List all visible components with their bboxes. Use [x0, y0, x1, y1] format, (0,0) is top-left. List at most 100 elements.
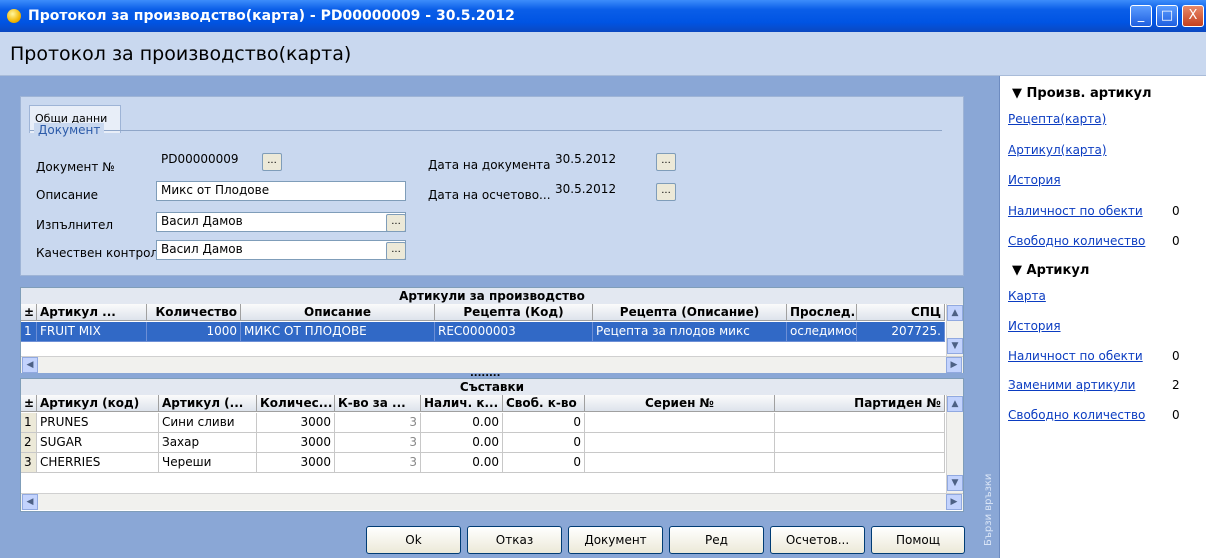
scroll-up-icon[interactable]: ▲ [947, 305, 963, 321]
cell-serial[interactable] [585, 433, 775, 453]
vertical-scrollbar[interactable]: ▲ ▼ [946, 395, 963, 493]
cell-quantity[interactable]: 3000 [257, 433, 335, 453]
cell-quantity[interactable]: 3000 [257, 453, 335, 473]
doc-no-field[interactable]: PD00000009 [156, 150, 256, 170]
quick-links-strip[interactable]: Бързи връзки [980, 76, 1000, 558]
row-indicator[interactable]: 1 [21, 322, 37, 342]
column-header[interactable]: ± [21, 304, 37, 321]
link-count: 2 [1172, 378, 1180, 392]
link-free-quantity[interactable]: Свободно количество [1008, 408, 1145, 422]
cancel-button[interactable]: Отказ [467, 526, 562, 554]
cell-recipe-code[interactable]: REC0000003 [435, 322, 593, 342]
cell-article[interactable]: FRUIT MIX [37, 322, 147, 342]
link-stock-by-location[interactable]: Наличност по обекти [1008, 204, 1143, 218]
section-produced-article[interactable]: ▼ Произв. артикул [1012, 86, 1152, 101]
cell-free-qty[interactable]: 0 [503, 413, 585, 433]
acc-date-button[interactable]: ... [656, 183, 676, 201]
column-header[interactable]: Артикул ... [37, 304, 147, 321]
cell-qty-per[interactable]: 3 [335, 433, 421, 453]
ok-button[interactable]: Ok [366, 526, 461, 554]
cell-article-code[interactable]: PRUNES [37, 413, 159, 433]
collapse-icon[interactable]: ▼ [1012, 263, 1027, 278]
doc-date-field[interactable]: 30.5.2012 [550, 150, 650, 170]
section-article[interactable]: ▼ Артикул [1012, 263, 1089, 278]
link-history[interactable]: История [1008, 173, 1061, 187]
cell-serial[interactable] [585, 413, 775, 433]
column-header[interactable]: Рецепта (Описание) [593, 304, 787, 321]
cell-available[interactable]: 0.00 [421, 433, 503, 453]
column-header[interactable]: Артикул (код) [37, 395, 159, 412]
vertical-scrollbar[interactable]: ▲ ▼ [946, 304, 963, 356]
help-button[interactable]: Помощ [871, 526, 965, 554]
maximize-button[interactable]: □ [1156, 5, 1178, 27]
cell-quantity[interactable]: 1000 [147, 322, 241, 342]
cell-spc[interactable]: 207725. [857, 322, 945, 342]
scroll-up-icon[interactable]: ▲ [947, 396, 963, 412]
cell-available[interactable]: 0.00 [421, 453, 503, 473]
link-free-quantity[interactable]: Свободно количество [1008, 234, 1145, 248]
row-button[interactable]: Ред [669, 526, 764, 554]
column-header[interactable]: Прослед... [787, 304, 857, 321]
link-article-card[interactable]: Артикул(карта) [1008, 143, 1107, 157]
accounting-button[interactable]: Осчетов... [770, 526, 865, 554]
cell-free-qty[interactable]: 0 [503, 433, 585, 453]
cell-serial[interactable] [585, 453, 775, 473]
minimize-button[interactable]: _ [1130, 5, 1152, 27]
scroll-left-icon[interactable]: ◀ [22, 494, 38, 510]
link-history[interactable]: История [1008, 319, 1061, 333]
cell-batch[interactable] [775, 433, 945, 453]
scroll-right-icon[interactable]: ▶ [946, 357, 962, 373]
cell-article-code[interactable]: SUGAR [37, 433, 159, 453]
cell-traceability[interactable]: оследимост [787, 322, 857, 342]
cell-batch[interactable] [775, 453, 945, 473]
column-header[interactable]: Налич. к... [421, 395, 503, 412]
cell-article-name[interactable]: Захар [159, 433, 257, 453]
acc-date-field[interactable]: 30.5.2012 [550, 180, 650, 200]
cell-free-qty[interactable]: 0 [503, 453, 585, 473]
cell-description[interactable]: МИКС ОТ ПЛОДОВЕ [241, 322, 435, 342]
scroll-right-icon[interactable]: ▶ [946, 494, 962, 510]
row-indicator[interactable]: 1 [21, 413, 37, 433]
collapse-icon[interactable]: ▼ [1012, 86, 1027, 101]
cell-qty-per[interactable]: 3 [335, 413, 421, 433]
scroll-left-icon[interactable]: ◀ [22, 357, 38, 373]
doc-date-button[interactable]: ... [656, 153, 676, 171]
cell-available[interactable]: 0.00 [421, 413, 503, 433]
cell-article-name[interactable]: Череши [159, 453, 257, 473]
link-stock-by-location[interactable]: Наличност по обекти [1008, 349, 1143, 363]
cell-recipe-description[interactable]: Рецепта за плодов микс [593, 322, 787, 342]
scroll-down-icon[interactable]: ▼ [947, 475, 963, 491]
link-substitute-articles[interactable]: Заменими артикули [1008, 378, 1135, 392]
cell-article-name[interactable]: Сини сливи [159, 413, 257, 433]
column-header[interactable]: Количество [147, 304, 241, 321]
cell-batch[interactable] [775, 413, 945, 433]
column-header[interactable]: ± [21, 395, 37, 412]
column-header[interactable]: Рецепта (Код) [435, 304, 593, 321]
horizontal-scrollbar[interactable]: ◀ ▶ [21, 493, 963, 510]
doc-no-browse-button[interactable]: ... [262, 153, 282, 171]
qc-field[interactable]: Васил Дамов [156, 240, 406, 260]
column-header[interactable]: Количес... [257, 395, 335, 412]
executor-field[interactable]: Васил Дамов [156, 212, 406, 232]
row-indicator[interactable]: 2 [21, 433, 37, 453]
row-indicator[interactable]: 3 [21, 453, 37, 473]
cell-article-code[interactable]: CHERRIES [37, 453, 159, 473]
scroll-down-icon[interactable]: ▼ [947, 338, 963, 354]
link-card[interactable]: Карта [1008, 289, 1046, 303]
column-header[interactable]: Партиден № [775, 395, 945, 412]
executor-browse-button[interactable]: ... [386, 214, 406, 232]
link-recipe-card[interactable]: Рецепта(карта) [1008, 112, 1106, 126]
column-header[interactable]: СПЦ [857, 304, 945, 321]
column-header[interactable]: Своб. к-во [503, 395, 585, 412]
qc-browse-button[interactable]: ... [386, 242, 406, 260]
column-header[interactable]: Описание [241, 304, 435, 321]
close-button[interactable]: X [1182, 5, 1204, 27]
description-field[interactable]: Микс от Плодове [156, 181, 406, 201]
window-titlebar[interactable]: Протокол за производство(карта) - PD0000… [0, 0, 1206, 32]
cell-qty-per[interactable]: 3 [335, 453, 421, 473]
cell-quantity[interactable]: 3000 [257, 413, 335, 433]
column-header[interactable]: Сериен № [585, 395, 775, 412]
column-header[interactable]: Артикул (... [159, 395, 257, 412]
document-button[interactable]: Документ [568, 526, 663, 554]
column-header[interactable]: К-во за ... [335, 395, 421, 412]
